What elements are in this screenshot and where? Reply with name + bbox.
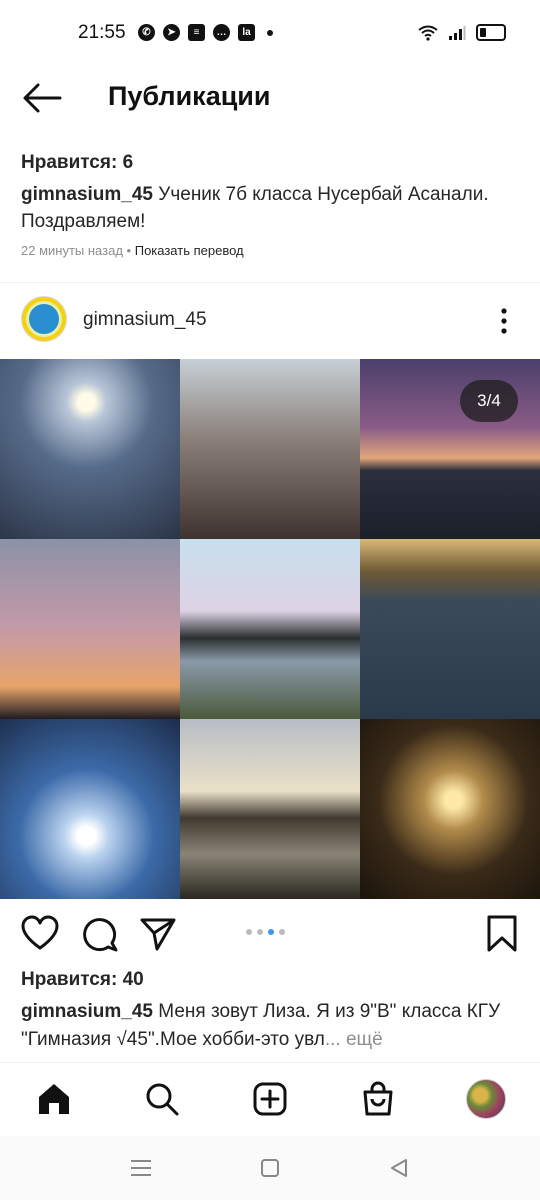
recent-apps-icon[interactable] xyxy=(126,1154,156,1182)
back-arrow-icon[interactable] xyxy=(20,80,64,116)
comment-icon[interactable] xyxy=(80,912,120,956)
nav-shop[interactable] xyxy=(356,1077,400,1121)
save-bookmark-icon[interactable] xyxy=(482,912,522,956)
carousel-counter: 3/4 xyxy=(460,380,518,422)
previous-post-meta: 22 минуты назад • Показать перевод xyxy=(21,243,521,258)
post-likes[interactable]: Нравится: 40 xyxy=(21,969,144,991)
nav-home[interactable] xyxy=(32,1077,76,1121)
caption-username[interactable]: gimnasium_45 xyxy=(21,1001,153,1022)
previous-post-likes[interactable]: Нравится: 6 xyxy=(21,152,521,174)
post-username[interactable]: gimnasium_45 xyxy=(83,309,207,331)
photo-tile-6 xyxy=(360,539,540,719)
home-button-icon[interactable] xyxy=(255,1154,285,1182)
post-image[interactable] xyxy=(0,359,540,899)
photo-tile-1 xyxy=(0,359,180,539)
top-bar: Публикации xyxy=(0,68,540,130)
nav-profile[interactable] xyxy=(464,1077,508,1121)
more-notifications-icon xyxy=(267,29,273,36)
back-button-icon[interactable] xyxy=(384,1154,414,1182)
more-options-icon[interactable] xyxy=(494,306,514,336)
post-time: 22 минуты назад xyxy=(21,243,123,258)
system-status-icons xyxy=(418,24,506,41)
photo-tile-8 xyxy=(180,719,360,899)
photo-tile-5 xyxy=(180,539,360,719)
wifi-icon xyxy=(418,25,438,41)
chat-icon: … xyxy=(213,24,230,41)
post-caption: gimnasium_45 Меня зовут Лиза. Я из 9"В" … xyxy=(21,998,521,1054)
whatsapp-icon: ✆ xyxy=(138,24,155,41)
photo-tile-4 xyxy=(0,539,180,719)
post-header: gimnasium_45 xyxy=(0,296,540,346)
previous-post: Нравится: 6 gimnasium_45 Ученик 7б класс… xyxy=(21,152,521,258)
photo-tile-9 xyxy=(360,719,540,899)
share-send-icon[interactable] xyxy=(138,912,178,956)
photo-tile-7 xyxy=(0,719,180,899)
photo-tile-3 xyxy=(360,359,540,539)
like-heart-icon[interactable] xyxy=(20,912,60,956)
app-icon: la xyxy=(238,24,255,41)
photo-tile-2 xyxy=(180,359,360,539)
signal-icon xyxy=(449,25,466,40)
carousel-dot xyxy=(279,929,285,935)
post-divider xyxy=(0,282,540,283)
carousel-dot xyxy=(246,929,252,935)
battery-icon xyxy=(476,24,506,41)
shopping-bag-icon xyxy=(363,1081,393,1116)
notification-icons: ✆ ➤ ≡ … la xyxy=(138,24,273,41)
messages-icon: ≡ xyxy=(188,24,205,41)
carousel-dot-active xyxy=(268,929,274,935)
more-link[interactable]: ещё xyxy=(346,1029,383,1050)
caption-ellipsis: ... xyxy=(324,1029,341,1050)
carousel-indicator xyxy=(246,929,285,935)
nav-create[interactable] xyxy=(248,1077,292,1121)
home-icon xyxy=(39,1084,69,1114)
status-time: 21:55 xyxy=(78,22,126,43)
caption-username[interactable]: gimnasium_45 xyxy=(21,184,153,205)
status-bar: 21:55 ✆ ➤ ≡ … la xyxy=(0,0,540,68)
avatar[interactable] xyxy=(21,296,67,342)
show-translation-link[interactable]: Показать перевод xyxy=(135,243,244,258)
telegram-icon: ➤ xyxy=(163,24,180,41)
system-navigation-bar xyxy=(0,1136,540,1200)
meta-separator: • xyxy=(126,243,132,258)
bottom-nav xyxy=(0,1062,540,1137)
search-icon xyxy=(146,1083,179,1116)
page-title: Публикации xyxy=(108,81,271,111)
nav-search[interactable] xyxy=(140,1077,184,1121)
add-post-icon xyxy=(253,1082,287,1116)
post-actions xyxy=(0,912,540,958)
avatar-logo xyxy=(26,301,62,337)
carousel-dot xyxy=(257,929,263,935)
profile-avatar xyxy=(466,1079,506,1119)
previous-post-caption: gimnasium_45 Ученик 7б класса Нусербай А… xyxy=(21,181,521,235)
